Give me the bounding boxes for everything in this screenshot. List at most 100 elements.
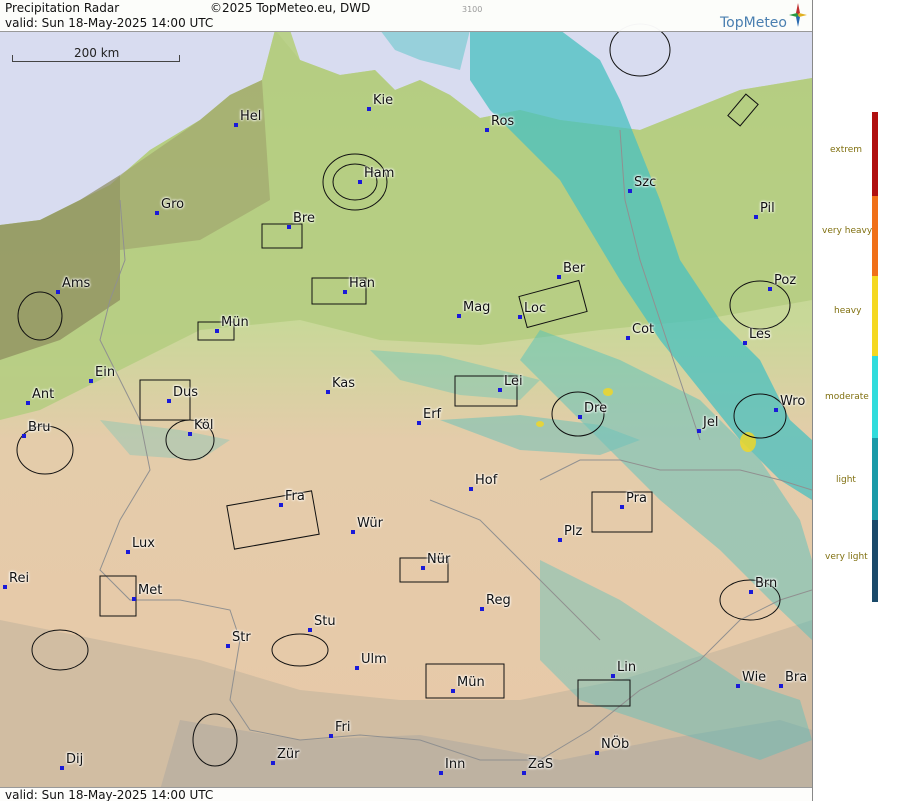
city-marker[interactable] <box>736 684 740 688</box>
city-marker[interactable] <box>351 530 355 534</box>
city-label[interactable]: Met <box>138 583 162 598</box>
city-label[interactable]: Mün <box>457 675 485 690</box>
city-marker[interactable] <box>132 597 136 601</box>
city-label[interactable]: Ein <box>95 365 115 380</box>
city-marker[interactable] <box>578 415 582 419</box>
city-label[interactable]: Ulm <box>361 652 387 667</box>
city-label[interactable]: Lin <box>617 660 636 675</box>
city-marker[interactable] <box>3 585 7 589</box>
city-label[interactable]: Bru <box>28 420 51 435</box>
city-label[interactable]: Loc <box>524 301 546 316</box>
city-marker[interactable] <box>358 180 362 184</box>
city-marker[interactable] <box>60 766 64 770</box>
city-marker[interactable] <box>329 734 333 738</box>
city-marker[interactable] <box>279 503 283 507</box>
city-marker[interactable] <box>611 674 615 678</box>
city-marker[interactable] <box>743 341 747 345</box>
city-marker[interactable] <box>480 607 484 611</box>
city-label[interactable]: Reg <box>486 593 511 608</box>
city-marker[interactable] <box>754 215 758 219</box>
city-marker[interactable] <box>469 487 473 491</box>
topmeteo-logo[interactable]: TopMeteo <box>720 15 787 31</box>
city-label[interactable]: Plz <box>564 524 582 539</box>
city-label[interactable]: Dre <box>584 401 607 416</box>
city-marker[interactable] <box>355 666 359 670</box>
city-label[interactable]: Fri <box>335 720 351 735</box>
city-label[interactable]: Stu <box>314 614 336 629</box>
city-marker[interactable] <box>628 189 632 193</box>
city-label[interactable]: Kas <box>332 376 355 391</box>
city-marker[interactable] <box>779 684 783 688</box>
city-marker[interactable] <box>626 336 630 340</box>
city-label[interactable]: Les <box>749 327 771 342</box>
city-label[interactable]: Mag <box>463 300 490 315</box>
city-marker[interactable] <box>287 225 291 229</box>
city-marker[interactable] <box>155 211 159 215</box>
city-marker[interactable] <box>697 429 701 433</box>
city-marker[interactable] <box>768 287 772 291</box>
city-label[interactable]: Bra <box>785 670 807 685</box>
city-marker[interactable] <box>485 128 489 132</box>
city-marker[interactable] <box>167 399 171 403</box>
city-label[interactable]: Lei <box>504 374 523 389</box>
city-label[interactable]: Zür <box>277 747 300 762</box>
city-label[interactable]: Ham <box>364 166 394 181</box>
city-label[interactable]: Wür <box>357 516 383 531</box>
city-marker[interactable] <box>620 505 624 509</box>
city-label[interactable]: Bre <box>293 211 315 226</box>
city-label[interactable]: Han <box>349 276 375 291</box>
city-marker[interactable] <box>421 566 425 570</box>
city-marker[interactable] <box>26 401 30 405</box>
city-marker[interactable] <box>457 314 461 318</box>
city-label[interactable]: Lux <box>132 536 155 551</box>
city-label[interactable]: Str <box>232 630 251 645</box>
city-marker[interactable] <box>271 761 275 765</box>
city-label[interactable]: Rei <box>9 571 29 586</box>
city-marker[interactable] <box>226 644 230 648</box>
city-label[interactable]: Cot <box>632 322 654 337</box>
city-marker[interactable] <box>343 290 347 294</box>
city-label[interactable]: Pil <box>760 201 775 216</box>
city-marker[interactable] <box>89 379 93 383</box>
city-marker[interactable] <box>367 107 371 111</box>
city-label[interactable]: Ams <box>62 276 90 291</box>
city-label[interactable]: Inn <box>445 757 465 772</box>
city-label[interactable]: Szc <box>634 175 656 190</box>
city-label[interactable]: Wro <box>780 394 805 409</box>
city-label[interactable]: Wie <box>742 670 766 685</box>
city-label[interactable]: Kie <box>373 93 393 108</box>
city-label[interactable]: Jel <box>703 415 718 430</box>
city-marker[interactable] <box>522 771 526 775</box>
city-label[interactable]: Fra <box>285 489 305 504</box>
city-marker[interactable] <box>774 408 778 412</box>
city-label[interactable]: Nür <box>427 552 450 567</box>
city-marker[interactable] <box>188 432 192 436</box>
city-label[interactable]: Erf <box>423 407 441 422</box>
city-marker[interactable] <box>558 538 562 542</box>
city-marker[interactable] <box>126 550 130 554</box>
city-marker[interactable] <box>595 751 599 755</box>
city-label[interactable]: Ber <box>563 261 585 276</box>
city-marker[interactable] <box>56 290 60 294</box>
city-marker[interactable] <box>326 390 330 394</box>
city-label[interactable]: Dij <box>66 752 83 767</box>
city-marker[interactable] <box>439 771 443 775</box>
city-label[interactable]: Pra <box>626 491 647 506</box>
city-label[interactable]: Köl <box>194 418 213 433</box>
city-marker[interactable] <box>498 388 502 392</box>
city-label[interactable]: Gro <box>161 197 184 212</box>
city-marker[interactable] <box>749 590 753 594</box>
city-marker[interactable] <box>451 689 455 693</box>
city-marker[interactable] <box>234 123 238 127</box>
city-marker[interactable] <box>215 329 219 333</box>
city-label[interactable]: NÖb <box>601 737 629 752</box>
city-marker[interactable] <box>557 275 561 279</box>
city-marker[interactable] <box>308 628 312 632</box>
city-label[interactable]: Mün <box>221 315 249 330</box>
city-label[interactable]: Ros <box>491 114 514 129</box>
city-label[interactable]: Hof <box>475 473 497 488</box>
city-marker[interactable] <box>417 421 421 425</box>
city-label[interactable]: ZaS <box>528 757 553 772</box>
city-label[interactable]: Hel <box>240 109 261 124</box>
city-marker[interactable] <box>22 434 26 438</box>
